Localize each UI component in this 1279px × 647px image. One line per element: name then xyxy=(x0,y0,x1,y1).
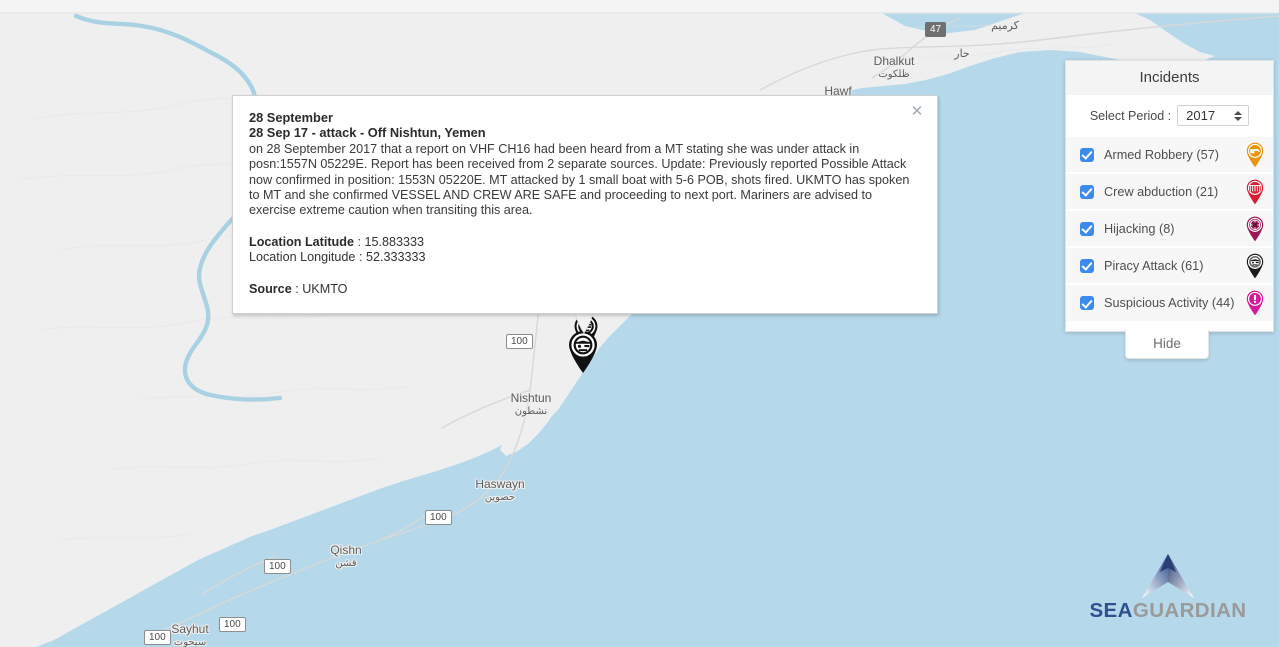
period-select[interactable]: 2017 xyxy=(1177,105,1250,126)
checkbox-suspicious-activity[interactable] xyxy=(1080,296,1094,310)
suspicious-activity-pin-icon xyxy=(1245,290,1265,316)
popup-body-text: on 28 September 2017 that a report on VH… xyxy=(249,141,910,218)
incident-filter-suspicious-activity[interactable]: Suspicious Activity (44) xyxy=(1066,284,1273,321)
checkbox-armed-robbery[interactable] xyxy=(1080,147,1094,162)
period-selector-row: Select Period : 2017 xyxy=(1066,96,1273,136)
spinner-arrows-icon[interactable] xyxy=(1234,110,1243,121)
close-icon[interactable]: ✕ xyxy=(909,104,925,120)
kv-separator: : xyxy=(291,281,303,296)
panel-title: Incidents xyxy=(1066,61,1273,96)
popup-incident-heading: 28 Sep 17 - attack - Off Nishtun, Yemen xyxy=(249,125,486,141)
incident-filter-armed-robbery[interactable]: Armed Robbery (57) xyxy=(1066,136,1273,173)
checkbox-crew-abduction[interactable] xyxy=(1080,184,1094,199)
incident-filter-hijacking[interactable]: Hijacking (8) xyxy=(1066,210,1273,247)
road-shield-100-d: 100 xyxy=(219,617,246,632)
popup-latitude-row: Location Latitude : 15.883333 xyxy=(249,235,919,250)
map-marker-piracy-attack-front[interactable] xyxy=(566,330,600,374)
road-shield-47: 47 xyxy=(925,22,947,37)
incident-filter-crew-abduction[interactable]: Crew abduction (21) xyxy=(1066,173,1273,210)
piracy-attack-pin-icon xyxy=(1245,253,1265,279)
period-label: Select Period : xyxy=(1089,108,1172,123)
checkbox-hijacking[interactable] xyxy=(1080,221,1094,236)
longitude-label: Location Longitude xyxy=(249,250,356,265)
road-shield-100-e: 100 xyxy=(144,630,171,645)
incident-filter-label: Suspicious Activity (44) xyxy=(1104,296,1235,310)
source-value: UKMTO xyxy=(302,281,348,296)
hide-panel-button[interactable]: Hide xyxy=(1125,330,1209,359)
road-shield-100-c: 100 xyxy=(264,559,291,574)
incident-detail-popup: ✕ 28 September 28 Sep 17 - attack - Off … xyxy=(232,95,938,315)
kv-separator: : xyxy=(353,234,365,249)
kv-separator: : xyxy=(355,250,366,265)
crew-abduction-pin-icon xyxy=(1245,179,1265,205)
incident-filter-piracy-attack[interactable]: Piracy Attack (61) xyxy=(1066,247,1273,284)
incident-filter-label: Hijacking (8) xyxy=(1104,221,1175,236)
incident-filter-label: Armed Robbery (57) xyxy=(1104,147,1219,162)
checkbox-piracy-attack[interactable] xyxy=(1080,258,1094,273)
popup-source-row: Source : UKMTO xyxy=(249,282,919,297)
hijacking-pin-icon xyxy=(1245,216,1265,242)
incident-filter-label: Piracy Attack (61) xyxy=(1104,258,1204,273)
incident-filter-label: Crew abduction (21) xyxy=(1104,184,1219,199)
road-shield-100-a: 100 xyxy=(506,334,533,349)
seaguardian-map-app: Dhalkut ظلكوت Hawf كرميم حار Nishtun نشط… xyxy=(0,0,1279,647)
latitude-label: Location Latitude xyxy=(249,234,354,249)
latitude-value: 15.883333 xyxy=(364,234,424,249)
armed-robbery-pin-icon xyxy=(1245,142,1265,168)
source-label: Source xyxy=(249,281,292,296)
incidents-panel: Incidents Select Period : 2017 Armed Rob… xyxy=(1065,60,1274,332)
period-value: 2017 xyxy=(1186,108,1216,123)
popup-date-heading: 28 September xyxy=(249,110,333,125)
piracy-attack-pin-icon xyxy=(569,331,597,373)
popup-longitude-row: Location Longitude : 52.333333 xyxy=(249,250,919,265)
road-shield-100-b: 100 xyxy=(425,510,452,525)
longitude-value: 52.333333 xyxy=(365,250,426,265)
tile-seam-band xyxy=(0,0,1279,13)
